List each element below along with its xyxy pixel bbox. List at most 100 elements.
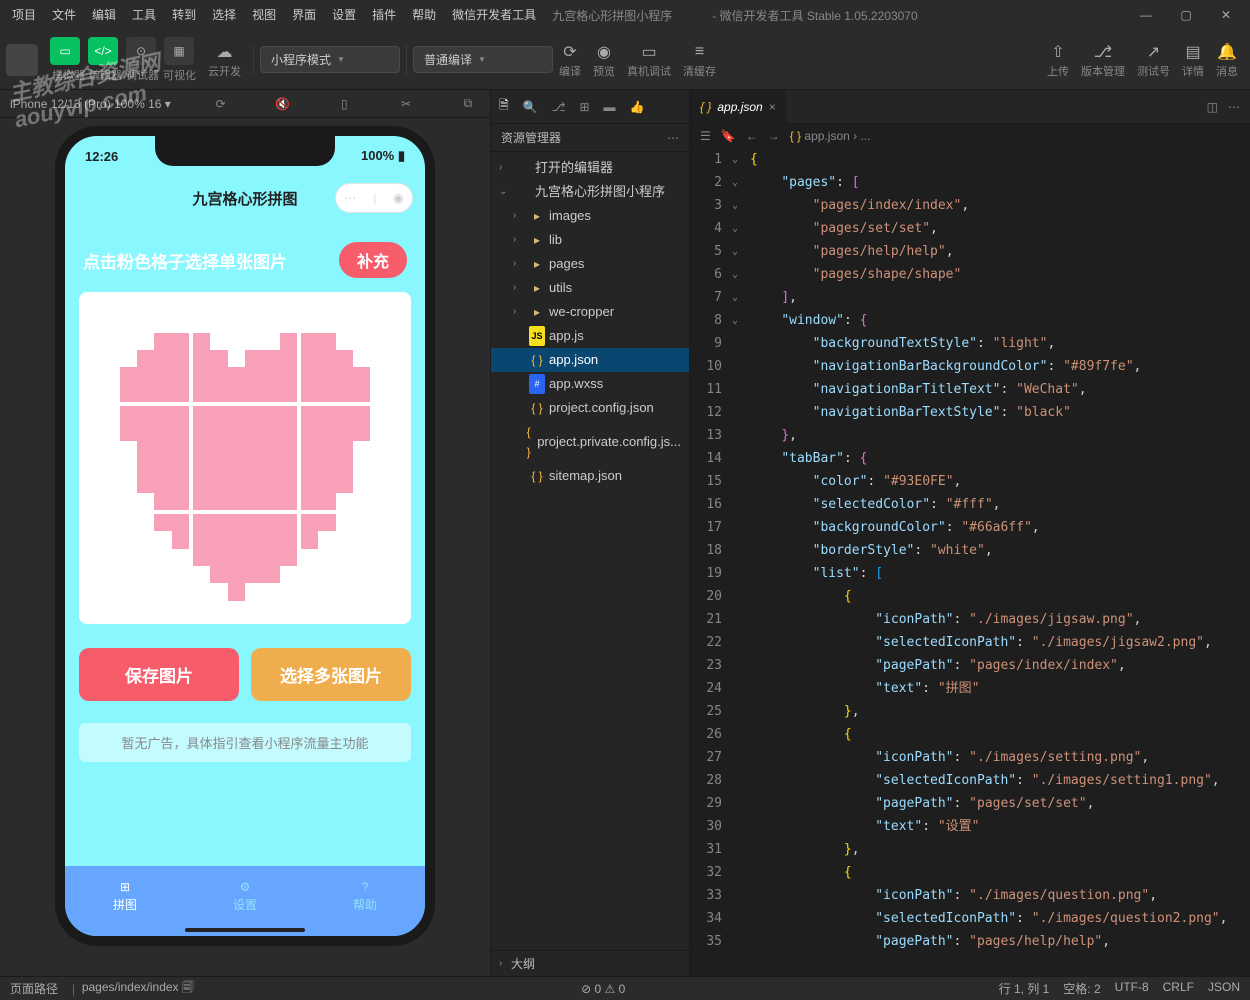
explorer-tab-ext-icon[interactable]: ⊞ (579, 100, 589, 114)
split-editor-icon[interactable]: ◫ (1207, 100, 1218, 114)
help-icon: ? (362, 880, 369, 894)
menu-item[interactable]: 项目 (4, 0, 44, 30)
grid-cell[interactable] (301, 406, 405, 510)
sim-cut-icon[interactable]: ✂ (394, 97, 418, 111)
window-close-icon[interactable]: ✕ (1206, 0, 1246, 30)
tree-item[interactable]: ›▸pages (491, 252, 689, 276)
upload-button[interactable]: ⇧上传 (1047, 41, 1069, 79)
tree-item[interactable]: { }project.config.json (491, 396, 689, 420)
visual-toggle[interactable]: ▦ (164, 37, 194, 65)
sim-refresh-icon[interactable]: ⟳ (209, 97, 233, 111)
cloud-dev-button[interactable]: ☁ 云开发 (208, 41, 241, 79)
status-lang[interactable]: JSON (1208, 980, 1240, 997)
outline-section[interactable]: › 大纲 (491, 950, 689, 976)
bc-forward-icon[interactable]: → (768, 129, 780, 143)
menu-item[interactable]: 帮助 (404, 0, 444, 30)
sim-device-icon[interactable]: ▯ (332, 97, 356, 111)
grid-cell[interactable] (193, 298, 297, 402)
menu-item[interactable]: 转到 (164, 0, 204, 30)
menu-item[interactable]: 微信开发者工具 (444, 0, 544, 30)
grid-cell[interactable] (193, 514, 297, 618)
editor-toggle[interactable]: </> (88, 37, 118, 65)
test-number-button[interactable]: ↗测试号 (1137, 41, 1170, 79)
grid-cell[interactable] (85, 298, 189, 402)
status-spaces[interactable]: 空格: 2 (1063, 980, 1100, 997)
bc-bookmark-icon[interactable]: 🔖 (721, 129, 736, 143)
tree-item[interactable]: { }project.private.config.js... (491, 420, 689, 464)
explorer-tab-search-icon[interactable]: 🔍 (523, 100, 538, 114)
select-multi-button[interactable]: 选择多张图片 (251, 648, 411, 701)
save-image-button[interactable]: 保存图片 (79, 648, 239, 701)
page-path-label[interactable]: 页面路径 (10, 980, 58, 997)
status-encoding[interactable]: UTF-8 (1115, 980, 1149, 997)
bc-collapse-icon[interactable]: ☰ (700, 129, 711, 143)
capsule-menu-icon[interactable]: ⋯ (344, 191, 356, 205)
grid-cell[interactable] (301, 298, 405, 402)
tree-item[interactable]: ›▸lib (491, 228, 689, 252)
sim-mute-icon[interactable]: 🔇 (270, 97, 294, 111)
editor-more-icon[interactable]: ⋯ (1228, 100, 1240, 114)
version-button[interactable]: ⎇版本管理 (1081, 41, 1125, 79)
details-button[interactable]: ▤详情 (1182, 41, 1204, 79)
menu-item[interactable]: 编辑 (84, 0, 124, 30)
status-errors[interactable]: ⊘ 0 ⚠ 0 (208, 982, 999, 996)
branch-icon: ⎇ (1094, 41, 1112, 63)
capsule-close-icon[interactable]: ◉ (393, 191, 403, 205)
simulator-toggle[interactable]: ▭ (50, 37, 80, 65)
sim-popout-icon[interactable]: ⧉ (456, 96, 480, 111)
explorer-tab-db-icon[interactable]: ▬ (604, 100, 616, 114)
close-tab-icon[interactable]: × (769, 100, 776, 114)
page-path-value[interactable]: pages/index/index 🗐 (82, 978, 194, 999)
compile-mode-dropdown[interactable]: 普通编译 (413, 46, 553, 73)
explorer-tab-run-icon[interactable]: 👍 (630, 100, 645, 114)
menu-item[interactable]: 插件 (364, 0, 404, 30)
tabbar-item-puzzle[interactable]: ⊞拼图 (65, 866, 185, 926)
clear-cache-button[interactable]: ≡清缓存 (683, 41, 716, 79)
window-maximize-icon[interactable]: ▢ (1166, 0, 1206, 30)
preview-button[interactable]: ◉预览 (593, 41, 615, 79)
status-cursor[interactable]: 行 1, 列 1 (999, 980, 1050, 997)
menu-item[interactable]: 视图 (244, 0, 284, 30)
nav-capsule[interactable]: ⋯ | ◉ (335, 183, 413, 213)
bc-back-icon[interactable]: ← (746, 129, 758, 143)
grid-cell[interactable] (301, 514, 405, 618)
menu-item[interactable]: 工具 (124, 0, 164, 30)
compile-button[interactable]: ⟳编译 (559, 41, 581, 79)
editor-tab-app-json[interactable]: { } app.json × (690, 90, 786, 124)
menu-item[interactable]: 设置 (324, 0, 364, 30)
tree-item[interactable]: #app.wxss (491, 372, 689, 396)
tree-item[interactable]: { }sitemap.json (491, 464, 689, 488)
grid-cell[interactable] (193, 406, 297, 510)
menu-item[interactable]: 界面 (284, 0, 324, 30)
tree-item[interactable]: ›▸utils (491, 276, 689, 300)
grid-cell[interactable] (85, 514, 189, 618)
tree-item[interactable]: { }app.json (491, 348, 689, 372)
menu-item[interactable]: 文件 (44, 0, 84, 30)
tree-item[interactable]: JSapp.js (491, 324, 689, 348)
titlebar: 项目文件编辑工具转到选择视图界面设置插件帮助微信开发者工具 九宫格心形拼图小程序… (0, 0, 1250, 30)
window-minimize-icon[interactable]: — (1126, 0, 1166, 30)
tree-item[interactable]: ›▸we-cropper (491, 300, 689, 324)
debugger-toggle[interactable]: ⊙ (126, 37, 156, 65)
status-eol[interactable]: CRLF (1163, 980, 1194, 997)
breadcrumb-file[interactable]: { } app.json › ... (790, 129, 871, 143)
puzzle-icon: ⊞ (120, 880, 130, 894)
menu-item[interactable]: 选择 (204, 0, 244, 30)
tree-item[interactable]: ›打开的编辑器 (491, 156, 689, 180)
message-button[interactable]: 🔔消息 (1216, 41, 1238, 79)
tree-item[interactable]: ⌄九宫格心形拼图小程序 (491, 180, 689, 204)
real-debug-button[interactable]: ▭真机调试 (627, 41, 671, 79)
tree-item[interactable]: ›▸images (491, 204, 689, 228)
fill-button[interactable]: 补充 (339, 242, 407, 278)
cloud-icon: ☁ (217, 41, 233, 63)
explorer-tab-git-icon[interactable]: ⎇ (552, 100, 566, 114)
explorer-tab-files-icon[interactable]: 🗎 (499, 96, 509, 117)
device-selector[interactable]: iPhone 12/13 (Pro) 100% 16 ▾ (10, 97, 171, 111)
avatar[interactable] (6, 44, 38, 76)
code-editor[interactable]: 1234567891011121314151617181920212223242… (690, 148, 1250, 976)
explorer-more-icon[interactable]: ⋯ (667, 131, 679, 145)
grid-cell[interactable] (85, 406, 189, 510)
tabbar-item-help[interactable]: ?帮助 (305, 866, 425, 926)
program-mode-dropdown[interactable]: 小程序模式 (260, 46, 400, 73)
tabbar-item-settings[interactable]: ⚙设置 (185, 866, 305, 926)
